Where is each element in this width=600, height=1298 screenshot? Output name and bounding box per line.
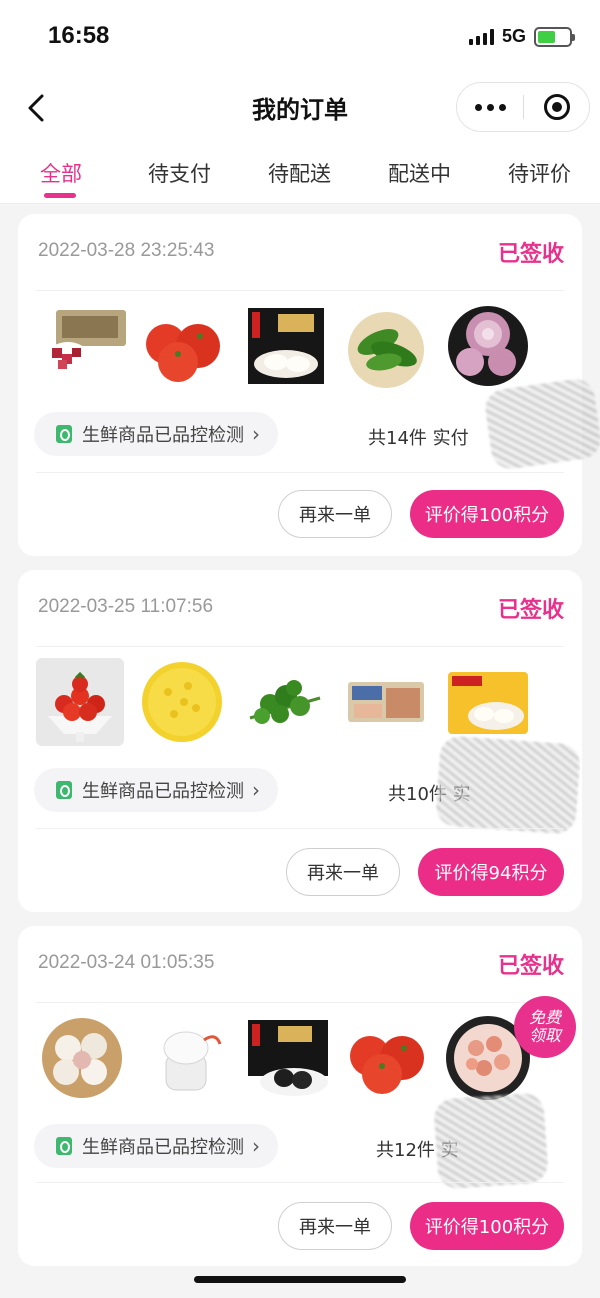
- quality-check-badge[interactable]: 生鲜商品已品控检测 ›: [34, 768, 278, 812]
- quality-check-badge[interactable]: 生鲜商品已品控检测 ›: [34, 412, 278, 456]
- product-thumb-onions[interactable]: [444, 302, 532, 390]
- redaction-smudge: [482, 376, 600, 472]
- reorder-button[interactable]: 再来一单: [278, 490, 392, 538]
- redaction-smudge: [435, 735, 581, 835]
- product-thumb-cilantro[interactable]: [240, 658, 328, 746]
- tab-delivering[interactable]: 配送中: [388, 158, 451, 188]
- review-button[interactable]: 评价得94积分: [418, 848, 564, 896]
- quality-check-icon: [56, 781, 72, 799]
- chevron-right-icon: ›: [252, 1134, 260, 1158]
- product-thumb-tomatoes[interactable]: [138, 302, 226, 390]
- reorder-button[interactable]: 再来一单: [278, 1202, 392, 1250]
- nav-bar: 我的订单: [0, 76, 600, 140]
- divider: [36, 1182, 564, 1183]
- order-tabs: 全部 待支付 待配送 配送中 待评价: [0, 140, 600, 204]
- product-thumb-garlic-chopper[interactable]: [142, 1014, 230, 1102]
- product-thumb-meat-tray[interactable]: [342, 658, 430, 746]
- order-time: 2022-03-24 01:05:35: [38, 952, 215, 973]
- product-thumb-cherry-tomatoes[interactable]: [36, 658, 124, 746]
- status-time: 16:58: [48, 22, 110, 49]
- order-status: 已签收: [497, 242, 564, 267]
- quality-check-label: 生鲜商品已品控检测: [82, 1137, 244, 1158]
- order-card[interactable]: 2022-03-28 23:25:43 已签收 生鲜商品已品控检测 › 共14件…: [18, 214, 600, 556]
- order-card[interactable]: 2022-03-25 11:07:56 已签收 生鲜商品已品控检测 › 共10件…: [18, 570, 582, 912]
- order-card[interactable]: 2022-03-24 01:05:35 已签收 生鲜商品已品控检测 › 共12件…: [18, 926, 582, 1266]
- network-label: 5G: [501, 26, 526, 46]
- product-thumb-garlic[interactable]: [38, 1014, 126, 1102]
- quality-check-icon: [56, 1137, 72, 1155]
- chevron-right-icon: ›: [252, 422, 260, 446]
- order-time: 2022-03-25 11:07:56: [38, 596, 214, 617]
- close-target-icon[interactable]: [524, 94, 589, 120]
- redaction-smudge: [432, 1092, 550, 1190]
- product-thumb-corn-kernels[interactable]: [138, 658, 226, 746]
- promo-line1: 免费: [528, 1007, 561, 1027]
- tab-all[interactable]: 全部: [40, 158, 82, 188]
- order-status: 已签收: [497, 598, 564, 623]
- divider: [36, 290, 564, 291]
- status-bar: 16:58 5G: [0, 0, 600, 76]
- tab-pending-review[interactable]: 待评价: [508, 158, 571, 188]
- item-count-text: 共14件 实付: [368, 428, 469, 449]
- review-button[interactable]: 评价得100积分: [410, 1202, 564, 1250]
- free-claim-badge[interactable]: 免费 领取: [514, 996, 576, 1058]
- order-time: 2022-03-28 23:25:43: [38, 240, 215, 261]
- active-tab-indicator: [44, 193, 76, 198]
- tab-pending-payment[interactable]: 待支付: [148, 158, 211, 188]
- chevron-right-icon: ›: [252, 778, 260, 802]
- quality-check-label: 生鲜商品已品控检测: [82, 781, 244, 802]
- product-thumb-green-peppers[interactable]: [342, 302, 430, 390]
- product-thumb-tomatoes[interactable]: [342, 1014, 430, 1102]
- quality-check-badge[interactable]: 生鲜商品已品控检测 ›: [34, 1124, 278, 1168]
- product-thumb-dumplings[interactable]: [242, 302, 330, 390]
- more-icon[interactable]: [457, 103, 523, 111]
- divider: [36, 1002, 564, 1003]
- battery-icon: [534, 26, 575, 47]
- product-thumb-dumplings-bag[interactable]: [444, 658, 532, 746]
- signal-icon: [468, 28, 494, 45]
- mini-program-capsule: [456, 82, 590, 132]
- review-button[interactable]: 评价得100积分: [410, 490, 564, 538]
- reorder-button[interactable]: 再来一单: [286, 848, 400, 896]
- quality-check-icon: [56, 425, 72, 443]
- divider: [36, 646, 564, 647]
- home-indicator[interactable]: [194, 1276, 406, 1283]
- quality-check-label: 生鲜商品已品控检测: [82, 425, 244, 446]
- order-status: 已签收: [497, 954, 564, 979]
- promo-line2: 领取: [528, 1026, 561, 1045]
- divider: [36, 472, 564, 473]
- product-thumb-preserved-eggs[interactable]: [244, 1014, 332, 1102]
- product-thumb-beef-pack[interactable]: [42, 302, 130, 390]
- divider: [36, 828, 564, 829]
- tab-pending-delivery[interactable]: 待配送: [268, 158, 331, 188]
